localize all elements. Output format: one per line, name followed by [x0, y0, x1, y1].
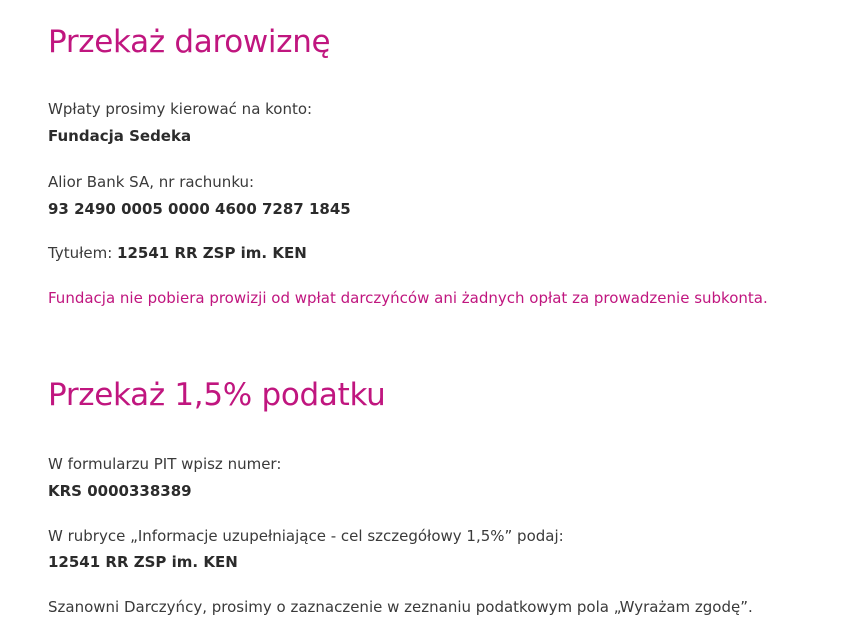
fee-note: Fundacja nie pobiera prowizji od wpłat d…	[48, 289, 768, 307]
rubric-intro-text: W rubryce „Informacje uzupełniające - ce…	[48, 527, 564, 545]
transfer-title-label: Tytułem:	[48, 244, 118, 262]
transfer-title-line: Tytułem: 12541 RR ZSP im. KEN	[48, 243, 307, 263]
rubric-value: 12541 RR ZSP im. KEN	[48, 553, 238, 571]
donation-info-page: Przekaż darowiznę Wpłaty prosimy kierowa…	[0, 0, 846, 641]
account-number: 93 2490 0005 0000 4600 7287 1845	[48, 200, 351, 218]
pit-intro-text: W formularzu PIT wpisz numer:	[48, 455, 282, 473]
consent-note: Szanowni Darczyńcy, prosimy o zaznaczeni…	[48, 598, 753, 616]
account-intro-text: Wpłaty prosimy kierować na konto:	[48, 100, 313, 118]
krs-number: KRS 0000338389	[48, 482, 192, 500]
transfer-title-value: 12541 RR ZSP im. KEN	[117, 244, 307, 262]
tax-section-title: Przekaż 1,5% podatku	[48, 377, 386, 413]
bank-label-text: Alior Bank SA, nr rachunku:	[48, 173, 255, 191]
recipient-name: Fundacja Sedeka	[48, 127, 192, 145]
donation-section-title: Przekaż darowiznę	[48, 24, 331, 60]
